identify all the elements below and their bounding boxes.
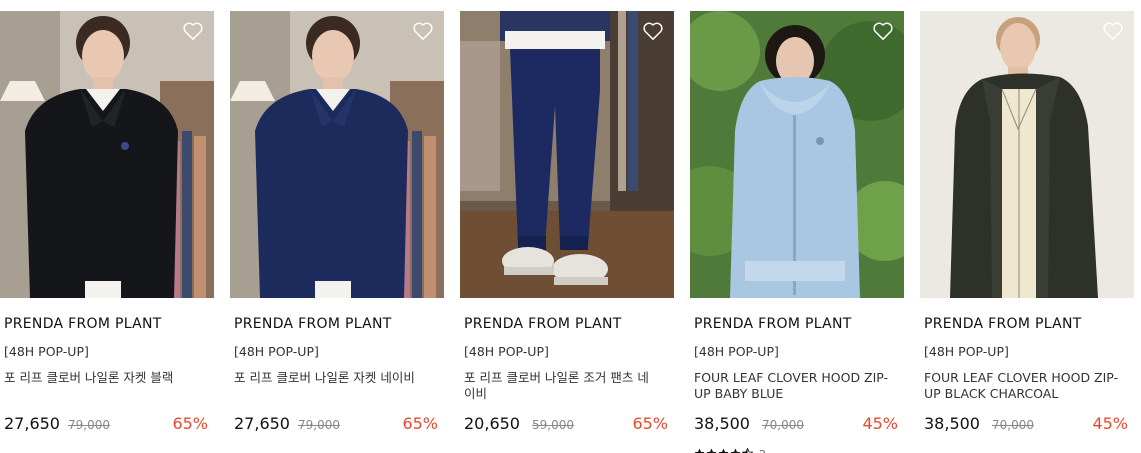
original-price: 70,000 — [762, 418, 804, 432]
product-brand[interactable]: PRENDA FROM PLANT — [234, 316, 392, 332]
product-card[interactable]: PRENDA FROM PLANT [48H POP-UP] FOUR LEAF… — [920, 11, 1134, 453]
product-card[interactable]: PRENDA FROM PLANT [48H POP-UP] 포 리프 클로버 … — [460, 11, 674, 453]
sale-price: 20,650 — [464, 414, 520, 433]
original-price: 59,000 — [532, 418, 574, 432]
price-row: 20,650 59,000 65% — [464, 414, 668, 434]
product-name[interactable]: FOUR LEAF CLOVER HOOD ZIP-UP BABY BLUE — [694, 370, 890, 402]
product-brand[interactable]: PRENDA FROM PLANT — [924, 316, 1082, 332]
heart-outline-icon[interactable] — [642, 21, 664, 41]
sale-price: 38,500 — [694, 414, 750, 433]
product-card[interactable]: PRENDA FROM PLANT [48H POP-UP] 포 리프 클로버 … — [0, 11, 214, 453]
original-price: 70,000 — [992, 418, 1034, 432]
heart-outline-icon[interactable] — [412, 21, 434, 41]
product-brand[interactable]: PRENDA FROM PLANT — [464, 316, 622, 332]
navy-jogger-pants-photo — [460, 11, 674, 298]
rating: 2 — [694, 448, 766, 453]
product-tag: [48H POP-UP] — [4, 344, 89, 359]
star-filled-icon — [706, 448, 717, 453]
product-tag: [48H POP-UP] — [694, 344, 779, 359]
original-price: 79,000 — [68, 418, 110, 432]
heart-outline-icon[interactable] — [182, 21, 204, 41]
product-name[interactable]: 포 리프 클로버 나일론 조거 팬츠 네이비 — [464, 370, 660, 402]
discount-rate: 65% — [172, 414, 208, 433]
heart-outline-icon[interactable] — [1102, 21, 1124, 41]
product-image[interactable] — [920, 11, 1134, 298]
charcoal-hood-zipup-photo — [920, 11, 1134, 298]
product-name[interactable]: FOUR LEAF CLOVER HOOD ZIP-UP BLACK CHARC… — [924, 370, 1120, 402]
product-name[interactable]: 포 리프 클로버 나일론 자켓 블랙 — [4, 370, 200, 386]
product-image[interactable] — [230, 11, 444, 298]
star-filled-icon — [694, 448, 705, 453]
review-count: 2 — [759, 448, 766, 453]
product-tag: [48H POP-UP] — [234, 344, 319, 359]
discount-rate: 65% — [632, 414, 668, 433]
discount-rate: 45% — [1092, 414, 1128, 433]
product-image[interactable] — [690, 11, 904, 298]
product-card[interactable]: PRENDA FROM PLANT [48H POP-UP] 포 리프 클로버 … — [230, 11, 444, 453]
product-image[interactable] — [460, 11, 674, 298]
product-brand[interactable]: PRENDA FROM PLANT — [694, 316, 852, 332]
discount-rate: 65% — [402, 414, 438, 433]
product-name[interactable]: 포 리프 클로버 나일론 자켓 네이비 — [234, 370, 430, 386]
original-price: 79,000 — [298, 418, 340, 432]
sale-price: 27,650 — [234, 414, 290, 433]
price-row: 38,500 70,000 45% — [694, 414, 898, 434]
baby-blue-hood-zipup-photo — [690, 11, 904, 298]
price-row: 27,650 79,000 65% — [234, 414, 438, 434]
star-filled-icon — [718, 448, 729, 453]
price-row: 38,500 70,000 45% — [924, 414, 1128, 434]
navy-nylon-jacket-photo — [230, 11, 444, 298]
black-nylon-jacket-photo — [0, 11, 214, 298]
sale-price: 38,500 — [924, 414, 980, 433]
star-half-icon — [742, 448, 753, 453]
product-card[interactable]: PRENDA FROM PLANT [48H POP-UP] FOUR LEAF… — [690, 11, 904, 453]
product-tag: [48H POP-UP] — [924, 344, 1009, 359]
star-filled-icon — [730, 448, 741, 453]
product-tag: [48H POP-UP] — [464, 344, 549, 359]
discount-rate: 45% — [862, 414, 898, 433]
product-image[interactable] — [0, 11, 214, 298]
product-brand[interactable]: PRENDA FROM PLANT — [4, 316, 162, 332]
product-grid: PRENDA FROM PLANT [48H POP-UP] 포 리프 클로버 … — [0, 0, 1141, 453]
heart-outline-icon[interactable] — [872, 21, 894, 41]
price-row: 27,650 79,000 65% — [4, 414, 208, 434]
sale-price: 27,650 — [4, 414, 60, 433]
